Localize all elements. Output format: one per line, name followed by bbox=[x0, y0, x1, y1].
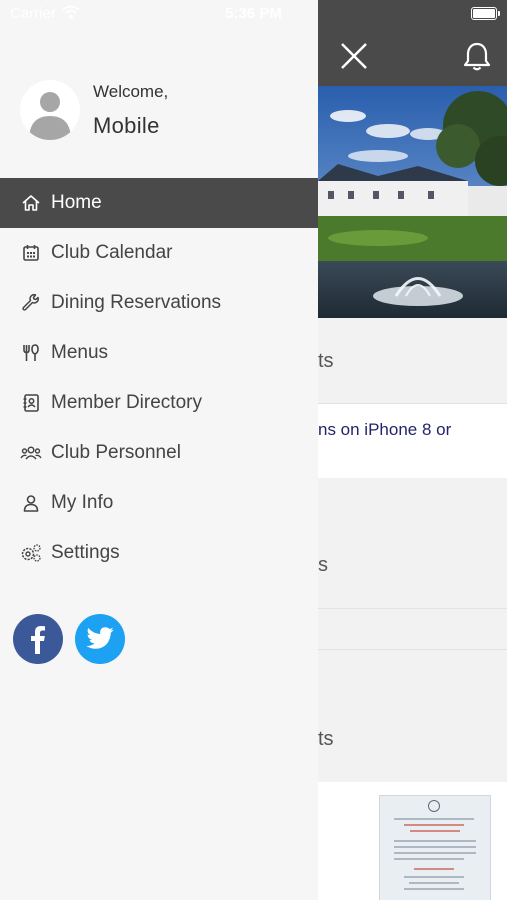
clock: 5:36 PM bbox=[225, 5, 282, 22]
drawer-menu: Home Club Calendar Dining Reservations M… bbox=[0, 178, 318, 578]
utensils-icon bbox=[20, 342, 42, 364]
close-icon bbox=[341, 43, 367, 69]
seal-icon bbox=[428, 800, 440, 812]
section-title: ts bbox=[318, 728, 334, 750]
bell-icon bbox=[463, 42, 491, 71]
user-name: Mobile bbox=[93, 113, 160, 138]
notifications-button[interactable] bbox=[462, 40, 492, 72]
section-title: ts bbox=[318, 350, 334, 372]
menu-item-label: Dining Reservations bbox=[51, 292, 222, 313]
user-icon bbox=[20, 492, 42, 514]
menu-item-home[interactable]: Home bbox=[0, 178, 318, 228]
menu-item-label: Club Calendar bbox=[51, 242, 173, 263]
menu-item-club-personnel[interactable]: Club Personnel bbox=[0, 428, 318, 478]
wrench-icon bbox=[20, 292, 42, 314]
close-menu-button[interactable] bbox=[338, 40, 370, 72]
facebook-icon bbox=[31, 626, 45, 654]
news-link[interactable]: ns on iPhone 8 or bbox=[318, 420, 451, 440]
menu-item-label: Menus bbox=[51, 342, 109, 363]
home-icon bbox=[20, 192, 42, 214]
menu-item-label: My Info bbox=[51, 492, 114, 513]
menu-item-label: Home bbox=[51, 192, 102, 213]
divider-row bbox=[318, 609, 507, 650]
contact-book-icon bbox=[20, 392, 42, 414]
avatar[interactable] bbox=[20, 80, 80, 140]
gear-icon bbox=[20, 542, 42, 564]
newsletter-thumbnail[interactable] bbox=[379, 795, 491, 900]
section-header: ts bbox=[318, 318, 507, 404]
menu-item-dining-reservations[interactable]: Dining Reservations bbox=[0, 278, 318, 328]
twitter-button[interactable] bbox=[75, 614, 125, 664]
facebook-button[interactable] bbox=[13, 614, 63, 664]
menu-item-label: Club Personnel bbox=[51, 442, 181, 463]
menu-item-my-info[interactable]: My Info bbox=[0, 478, 318, 528]
calendar-icon bbox=[20, 242, 42, 264]
twitter-icon bbox=[86, 627, 114, 649]
section-header: s bbox=[318, 478, 507, 609]
menu-item-settings[interactable]: Settings bbox=[0, 528, 318, 578]
hero-image bbox=[318, 86, 507, 318]
news-item[interactable]: ns on iPhone 8 or bbox=[318, 404, 507, 478]
welcome-label: Welcome, bbox=[93, 82, 169, 101]
menu-item-label: Member Directory bbox=[51, 392, 202, 413]
app-screen: ts ns on iPhone 8 or s ts Carrier 5:36 P… bbox=[0, 0, 507, 900]
menu-item-member-directory[interactable]: Member Directory bbox=[0, 378, 318, 428]
menu-item-club-calendar[interactable]: Club Calendar bbox=[0, 228, 318, 278]
section-title: s bbox=[318, 554, 328, 576]
menu-item-label: Settings bbox=[51, 542, 120, 563]
section-header: ts bbox=[318, 650, 507, 782]
social-links bbox=[13, 614, 125, 664]
battery-icon bbox=[471, 7, 500, 20]
status-bar: Carrier 5:36 PM bbox=[0, 0, 507, 26]
side-drawer: Welcome, Mobile Home Club Calendar Dinin… bbox=[0, 0, 318, 900]
menu-item-menus[interactable]: Menus bbox=[0, 328, 318, 378]
users-icon bbox=[20, 442, 42, 464]
user-avatar-icon bbox=[29, 92, 71, 140]
